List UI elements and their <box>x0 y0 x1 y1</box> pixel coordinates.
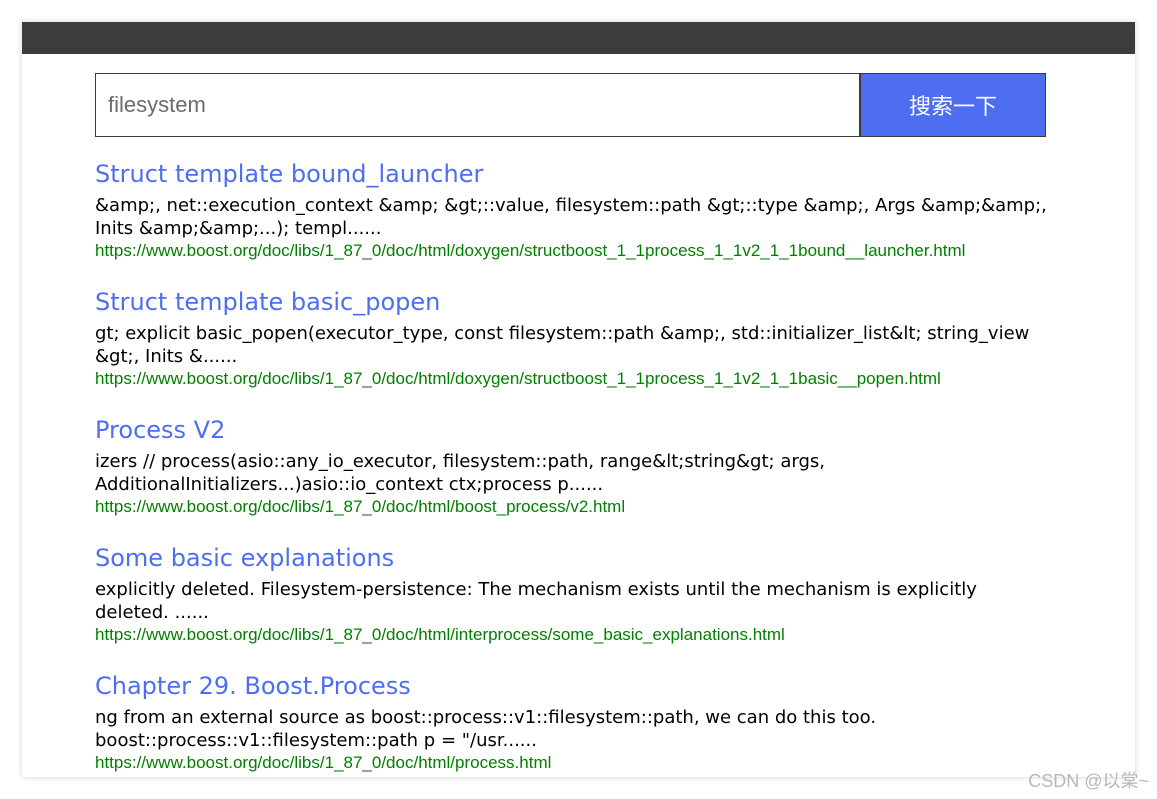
result-title-link[interactable]: Struct template bound_launcher <box>95 156 1075 192</box>
result-title-link[interactable]: Chapter 29. Boost.Process <box>95 668 1075 704</box>
search-result-item: Struct template bound_launcher &amp;, ne… <box>95 156 1075 284</box>
search-result-item: Some basic explanations explicitly delet… <box>95 540 1075 668</box>
browser-page-frame: 搜索一下 Struct template bound_launcher &amp… <box>22 22 1135 777</box>
search-input[interactable] <box>95 73 859 137</box>
result-url-link[interactable]: https://www.boost.org/doc/libs/1_87_0/do… <box>95 752 1075 774</box>
search-result-item: Struct template basic_popen gt; explicit… <box>95 284 1075 412</box>
result-title-link[interactable]: Some basic explanations <box>95 540 1075 576</box>
search-results-list: Struct template bound_launcher &amp;, ne… <box>95 156 1075 777</box>
result-url-link[interactable]: https://www.boost.org/doc/libs/1_87_0/do… <box>95 496 1075 518</box>
top-bar <box>22 22 1135 54</box>
result-url-link[interactable]: https://www.boost.org/doc/libs/1_87_0/do… <box>95 368 1075 390</box>
result-snippet: ng from an external source as boost::pro… <box>95 707 877 751</box>
result-url-link[interactable]: https://www.boost.org/doc/libs/1_87_0/do… <box>95 240 1075 262</box>
result-title-link[interactable]: Struct template basic_popen <box>95 284 1075 320</box>
search-button[interactable]: 搜索一下 <box>859 73 1046 137</box>
search-result-item: Chapter 29. Boost.Process ng from an ext… <box>95 668 1075 777</box>
search-bar: 搜索一下 <box>95 73 1046 137</box>
result-snippet: gt; explicit basic_popen(executor_type, … <box>95 323 1030 367</box>
result-snippet: izers // process(asio::any_io_executor, … <box>95 451 825 495</box>
result-snippet: explicitly deleted. Filesystem-persisten… <box>95 579 977 623</box>
result-snippet: &amp;, net::execution_context &amp; &gt;… <box>95 195 1047 239</box>
search-result-item: Process V2 izers // process(asio::any_io… <box>95 412 1075 540</box>
result-title-link[interactable]: Process V2 <box>95 412 1075 448</box>
result-url-link[interactable]: https://www.boost.org/doc/libs/1_87_0/do… <box>95 624 1075 646</box>
watermark-text: CSDN @以棠~ <box>1028 771 1149 791</box>
